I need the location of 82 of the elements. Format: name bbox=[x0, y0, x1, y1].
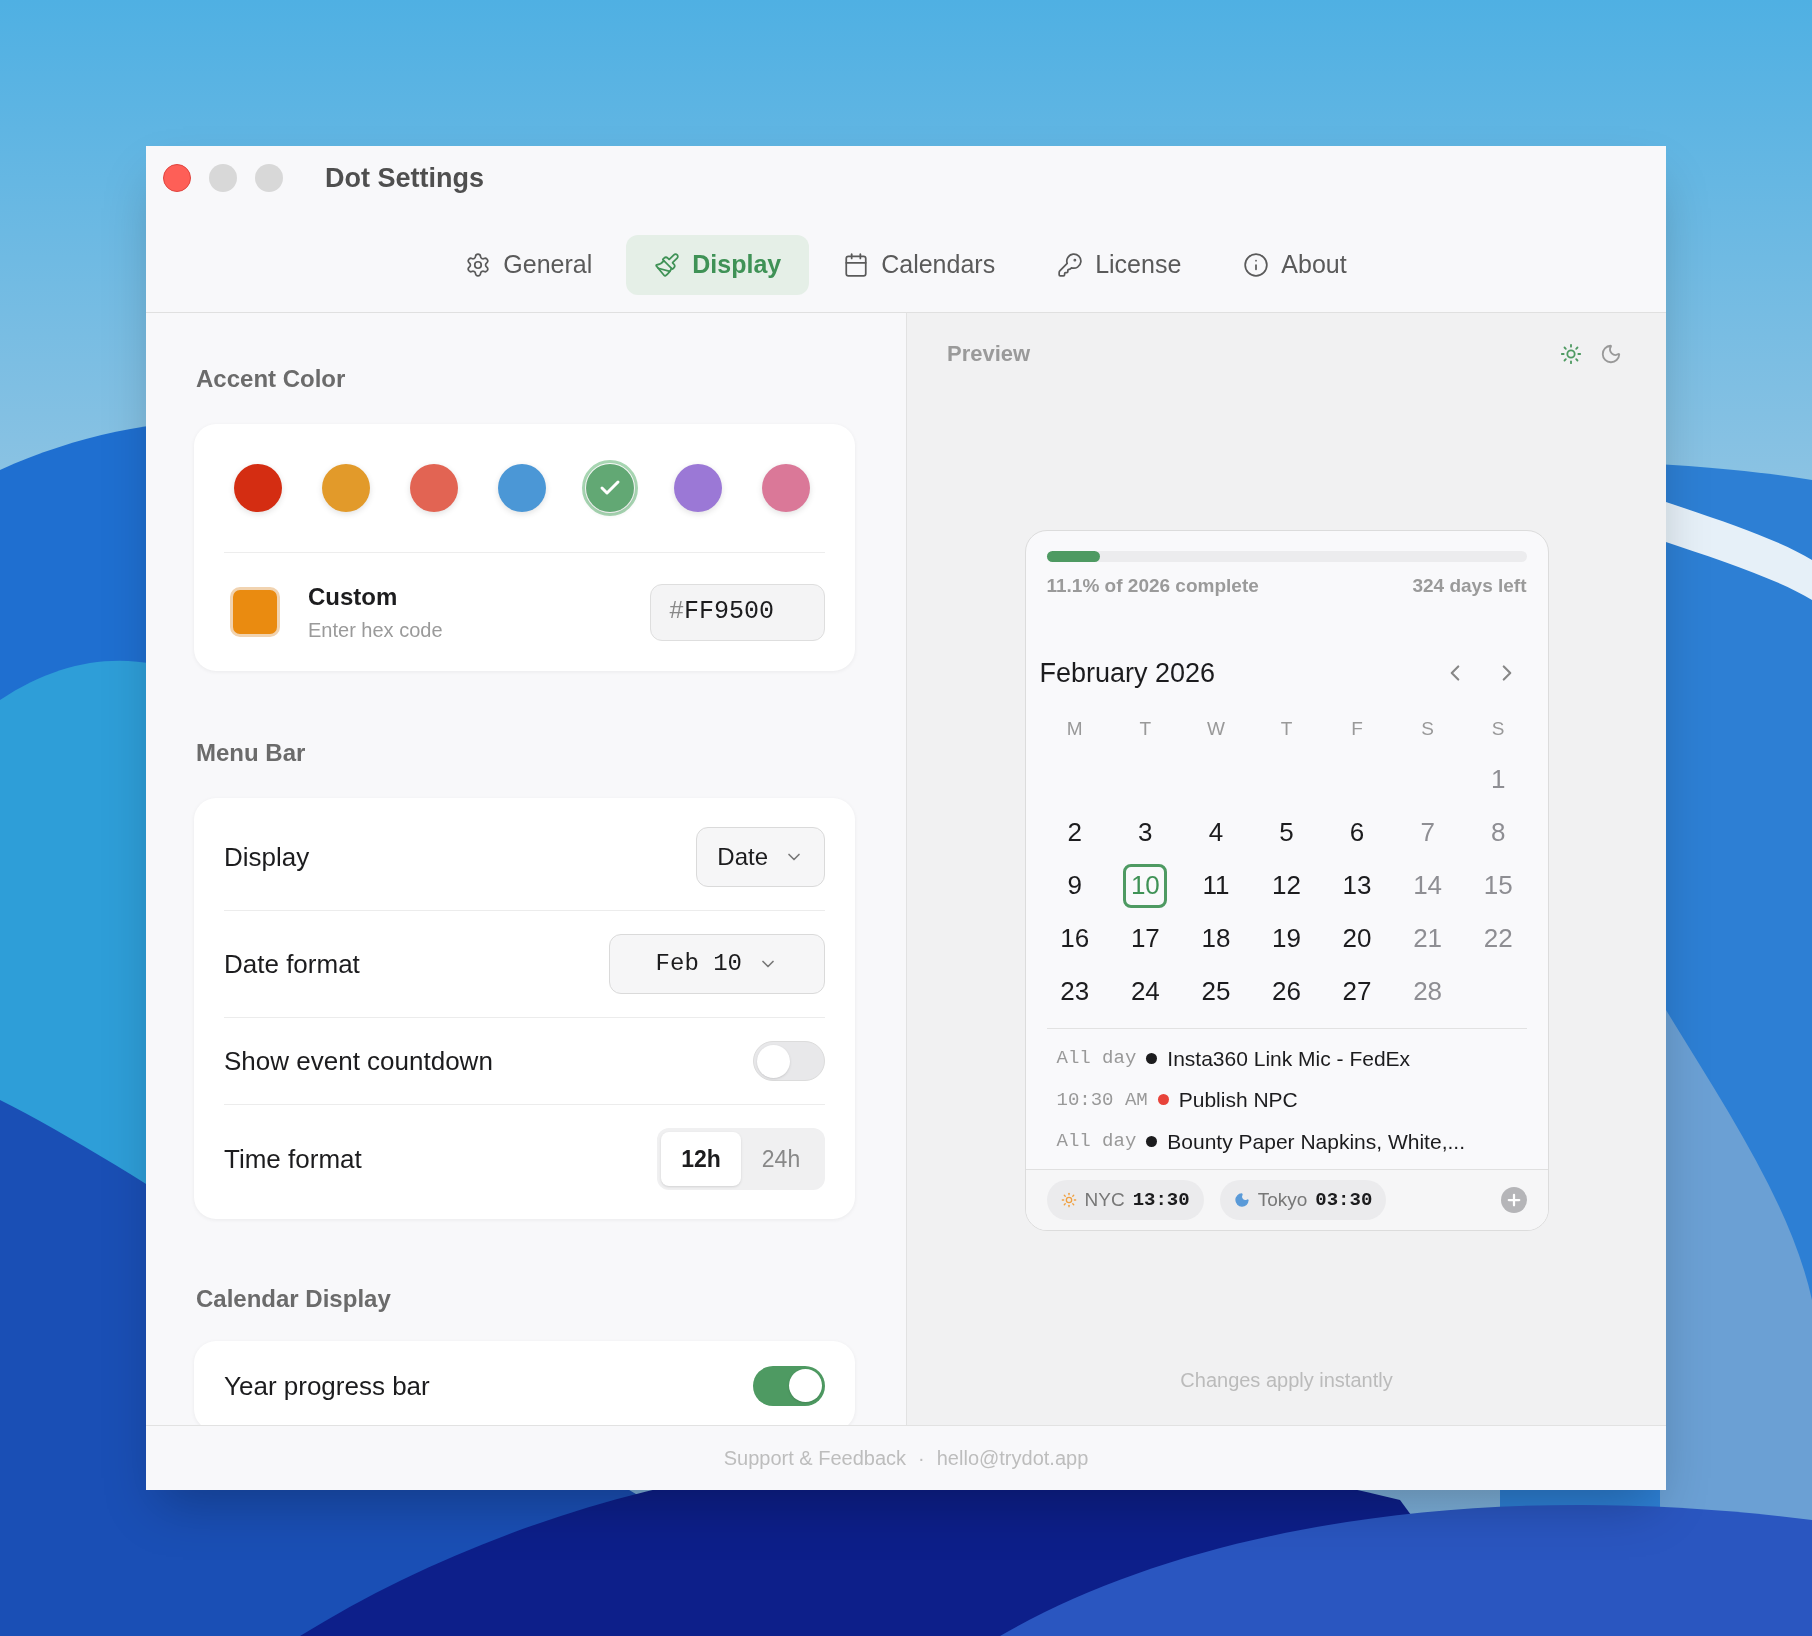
section-heading: Accent Color bbox=[196, 364, 347, 394]
event-title: Insta360 Link Mic - FedEx bbox=[1167, 1045, 1411, 1072]
setting-label: Date format bbox=[224, 947, 360, 981]
event-title: Bounty Paper Napkins, White,... bbox=[1167, 1128, 1465, 1155]
color-swatch[interactable] bbox=[586, 464, 634, 512]
color-swatch[interactable] bbox=[234, 464, 282, 512]
custom-color-swatch[interactable] bbox=[230, 587, 280, 637]
tab[interactable]: License bbox=[1029, 235, 1210, 295]
calendar-day[interactable]: 11 bbox=[1193, 863, 1238, 908]
calendar-day[interactable]: 3 bbox=[1123, 810, 1168, 855]
calendar-day[interactable]: 4 bbox=[1193, 810, 1238, 855]
setting-label: Year progress bar bbox=[224, 1369, 430, 1403]
color-swatch[interactable] bbox=[410, 464, 458, 512]
calendar-day[interactable]: 25 bbox=[1193, 969, 1238, 1014]
calendar-day[interactable]: 27 bbox=[1335, 969, 1380, 1014]
info-icon bbox=[1243, 252, 1270, 278]
sun-icon bbox=[1060, 1192, 1077, 1208]
window-title: Dot Settings bbox=[325, 161, 484, 195]
calendar-day[interactable]: 12 bbox=[1264, 863, 1309, 908]
dropdown-button[interactable]: Date bbox=[696, 827, 825, 887]
custom-label: Custom bbox=[308, 582, 399, 612]
color-swatch[interactable] bbox=[322, 464, 370, 512]
weekday-label: F bbox=[1350, 717, 1364, 741]
setting-label: Time format bbox=[224, 1142, 362, 1176]
calendar-day[interactable]: 9 bbox=[1052, 863, 1097, 908]
clock-city: NYC bbox=[1084, 1187, 1125, 1212]
settings-icon bbox=[465, 252, 492, 278]
section-heading: Menu Bar bbox=[196, 738, 307, 768]
color-swatch[interactable] bbox=[498, 464, 546, 512]
toggle-switch[interactable] bbox=[753, 1366, 825, 1406]
calendar-day[interactable]: 2 bbox=[1052, 810, 1097, 855]
calendar-day[interactable]: 26 bbox=[1264, 969, 1309, 1014]
calendar-icon bbox=[843, 252, 870, 278]
progress-caption: 11.1% of 2026 complete bbox=[1046, 574, 1259, 598]
section-heading: Calendar Display bbox=[196, 1284, 392, 1314]
calendar-day[interactable]: 17 bbox=[1123, 916, 1168, 961]
event-title: Publish NPC bbox=[1178, 1087, 1298, 1113]
calendar-day[interactable]: 24 bbox=[1123, 969, 1168, 1014]
moon-icon[interactable] bbox=[1600, 342, 1622, 365]
weekday-label: T bbox=[1138, 717, 1153, 741]
hex-input-field[interactable]: #FF9500 bbox=[650, 583, 825, 641]
paintbrush-icon bbox=[654, 252, 681, 278]
separator-dot: · bbox=[918, 1446, 925, 1471]
toggle-switch[interactable] bbox=[753, 1041, 825, 1081]
tab[interactable]: General bbox=[437, 235, 621, 295]
calendar-day[interactable]: 10 bbox=[1123, 863, 1168, 908]
weekday-label: S bbox=[1420, 717, 1435, 741]
dropdown-button[interactable]: Feb 10 bbox=[608, 934, 825, 994]
calendar-day[interactable]: 20 bbox=[1335, 916, 1380, 961]
tab[interactable]: About bbox=[1215, 235, 1375, 295]
weekday-label: T bbox=[1279, 717, 1294, 741]
moon-icon bbox=[1233, 1192, 1250, 1208]
days-left: 324 days left bbox=[1412, 574, 1527, 598]
sun-icon[interactable] bbox=[1560, 342, 1582, 365]
calendar-day[interactable]: 5 bbox=[1264, 810, 1309, 855]
custom-hint: Enter hex code bbox=[308, 618, 443, 643]
weekday-label: S bbox=[1490, 717, 1506, 741]
segment-option[interactable]: 12h bbox=[661, 1132, 741, 1186]
calendar-day[interactable]: 16 bbox=[1052, 916, 1097, 961]
clock-time: 03:30 bbox=[1315, 1187, 1373, 1213]
close-button[interactable] bbox=[163, 164, 191, 192]
add-clock-button[interactable] bbox=[1500, 1187, 1527, 1213]
key-icon bbox=[1057, 252, 1084, 278]
clock-city: Tokyo bbox=[1257, 1187, 1308, 1212]
calendar-day[interactable]: 18 bbox=[1193, 916, 1238, 961]
setting-label: Show event countdown bbox=[224, 1044, 493, 1078]
weekday-label: W bbox=[1205, 717, 1226, 741]
preview-heading: Preview bbox=[947, 340, 1031, 368]
weekday-label: M bbox=[1065, 717, 1084, 741]
event-time: All day bbox=[1056, 1046, 1137, 1071]
tab[interactable]: Calendars bbox=[815, 235, 1024, 295]
calendar-day[interactable]: 6 bbox=[1335, 810, 1380, 855]
event-time: 10:30 AM bbox=[1056, 1087, 1148, 1113]
clock-time: 13:30 bbox=[1132, 1187, 1190, 1213]
calendar-day[interactable]: 23 bbox=[1052, 969, 1097, 1014]
setting-label: Display bbox=[224, 840, 310, 874]
color-swatch[interactable] bbox=[762, 464, 810, 512]
event-time: All day bbox=[1056, 1129, 1137, 1154]
calendar-day[interactable]: 13 bbox=[1335, 863, 1380, 908]
month-title: February 2026 bbox=[1039, 656, 1216, 690]
color-swatch[interactable] bbox=[674, 464, 722, 512]
calendar-day[interactable]: 19 bbox=[1264, 916, 1309, 961]
